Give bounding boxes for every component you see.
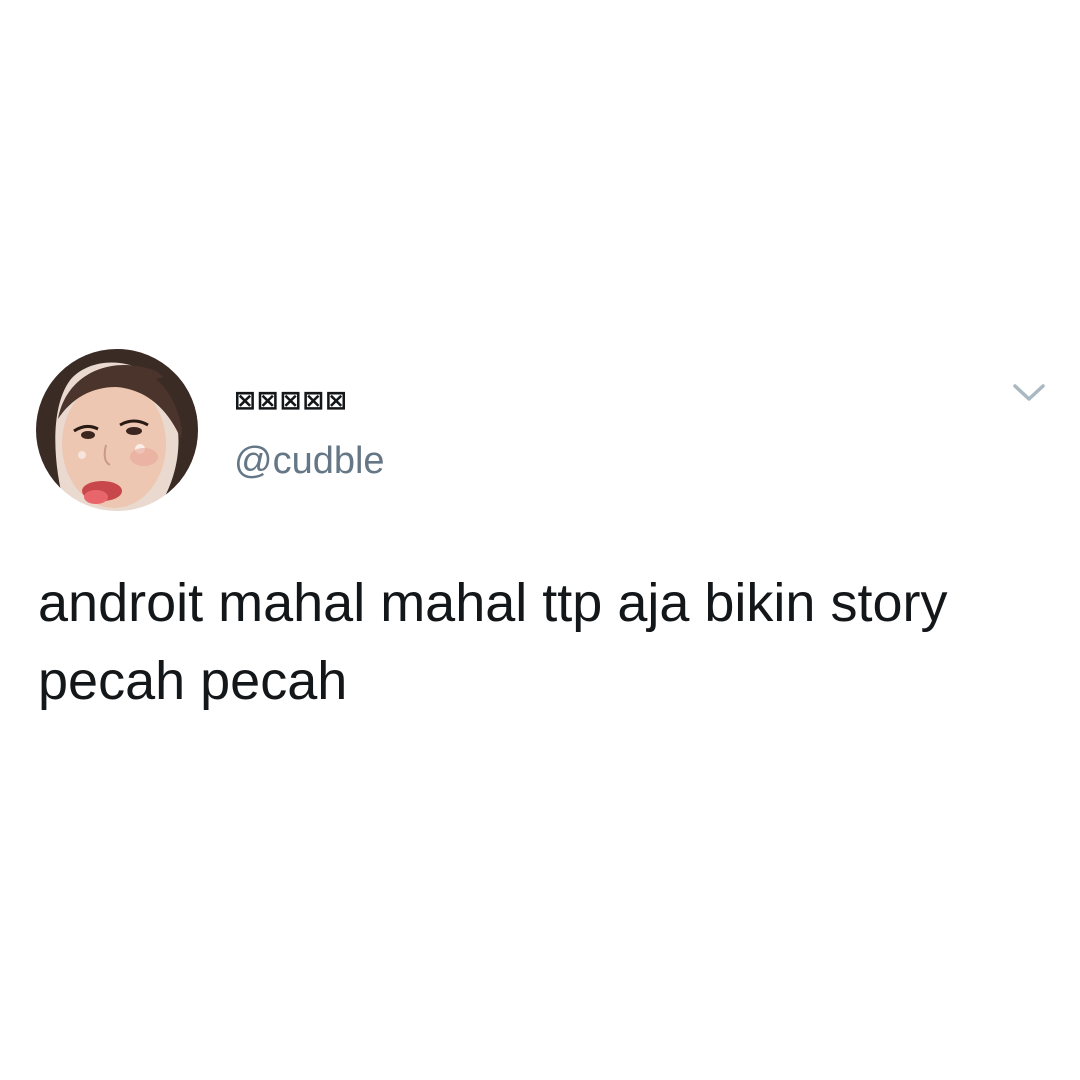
- tweet-text: androit mahal mahal ttp aja bikin story …: [38, 573, 948, 711]
- avatar-photo: [36, 349, 198, 511]
- user-handle[interactable]: @cudble: [234, 440, 385, 483]
- chevron-down-icon: [1013, 384, 1045, 401]
- avatar[interactable]: [36, 349, 198, 511]
- display-name[interactable]: ⊠⊠⊠⊠⊠: [234, 384, 348, 418]
- tweet-card: ⊠⊠⊠⊠⊠ @cudble androit mahal mahal ttp aj…: [0, 0, 1080, 1080]
- tweet-menu-button[interactable]: [1008, 376, 1050, 410]
